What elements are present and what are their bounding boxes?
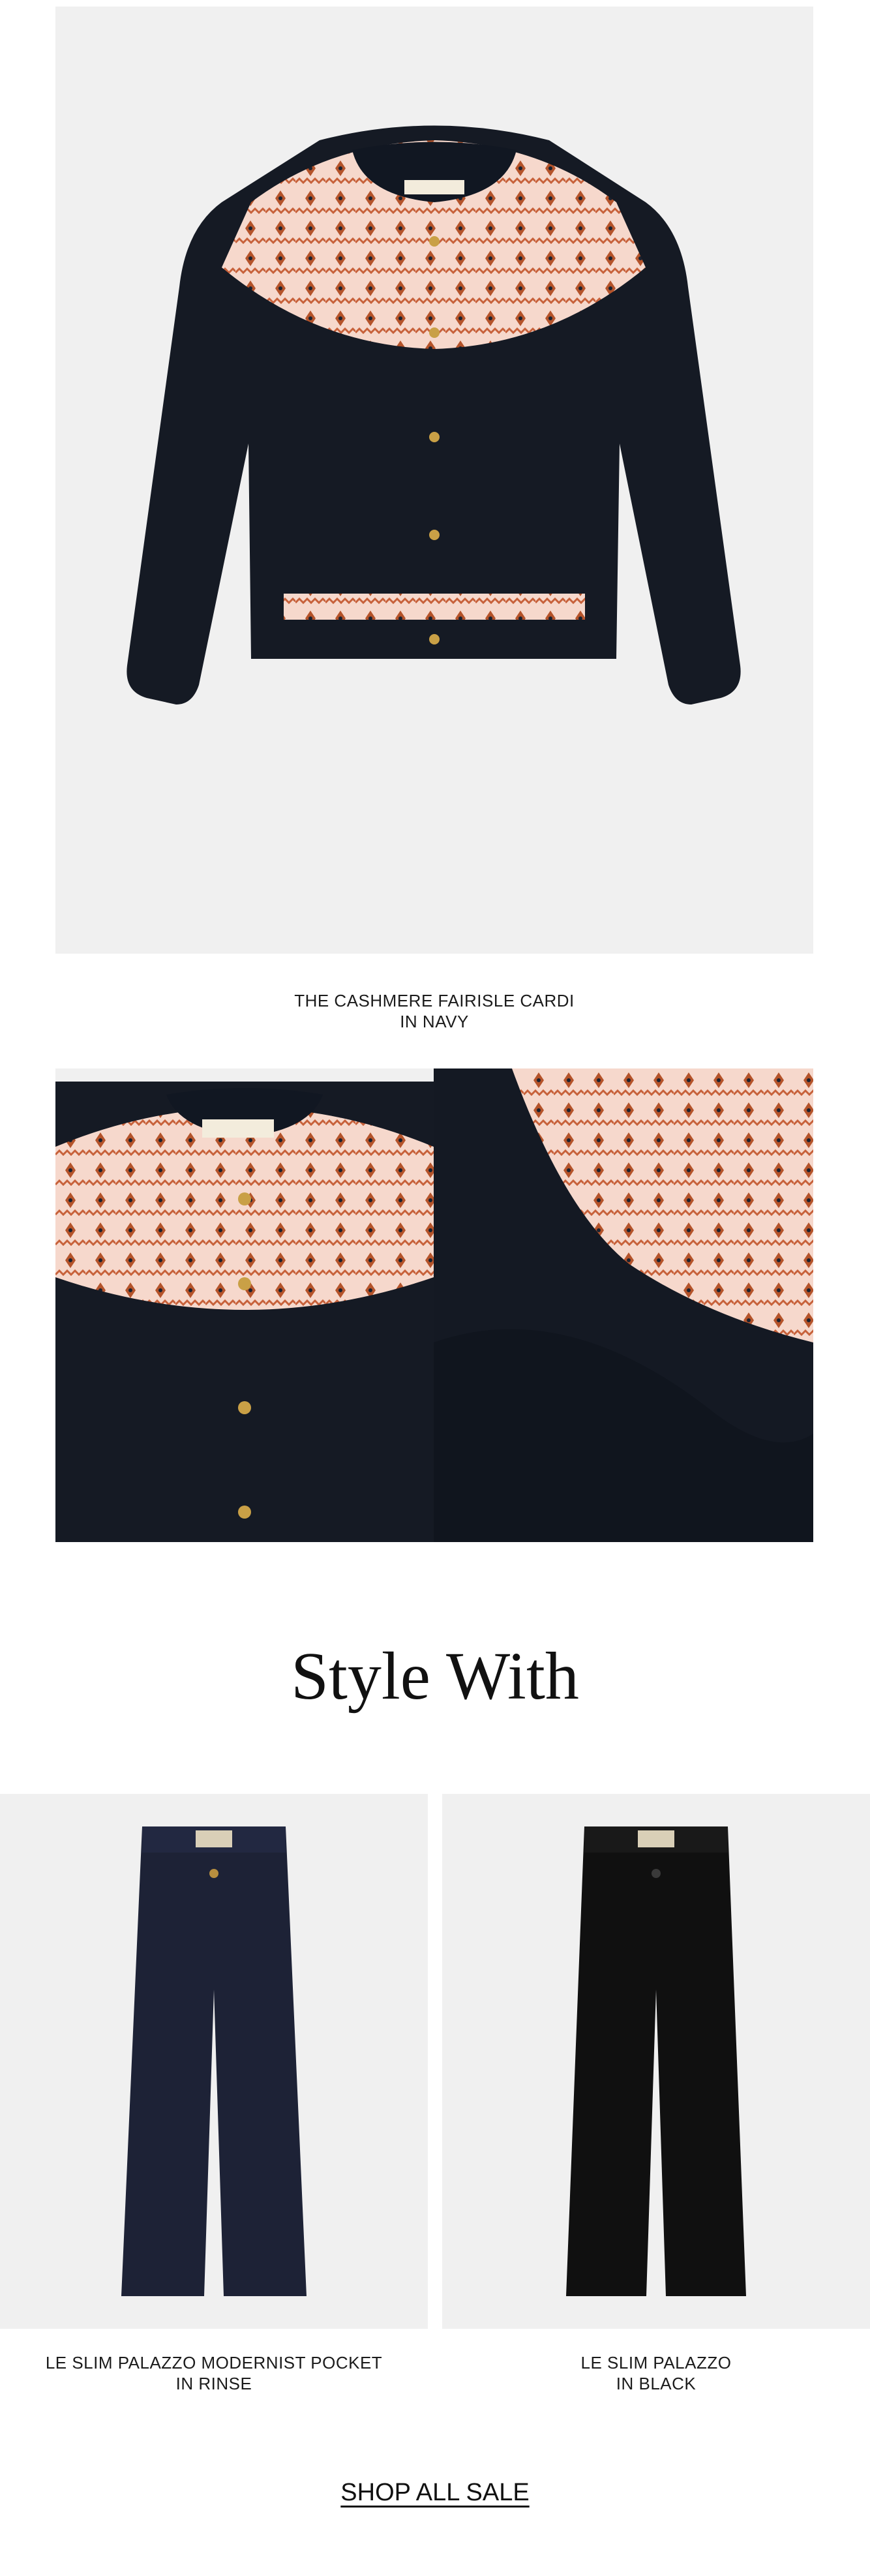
product-color-1: IN RINSE bbox=[175, 2374, 252, 2393]
style-with-image-2[interactable] bbox=[442, 1794, 870, 2329]
product-name-2: LE SLIM PALAZZO bbox=[580, 2353, 732, 2372]
hero-product-image[interactable] bbox=[55, 7, 813, 954]
hero-product-color: IN NAVY bbox=[400, 1012, 469, 1031]
jeans-black-illustration bbox=[566, 1826, 746, 2296]
style-with-caption-2[interactable]: LE SLIM PALAZZO IN BLACK bbox=[442, 2352, 870, 2394]
shop-all-sale-link[interactable]: SHOP ALL SALE bbox=[0, 2479, 870, 2507]
hero-caption[interactable]: THE CASHMERE FAIRISLE CARDI IN NAVY bbox=[55, 990, 813, 1032]
product-name-1: LE SLIM PALAZZO MODERNIST POCKET bbox=[45, 2353, 383, 2372]
section-title: Style With bbox=[291, 1639, 579, 1714]
style-with-caption-1[interactable]: LE SLIM PALAZZO MODERNIST POCKET IN RINS… bbox=[0, 2352, 428, 2394]
cardigan-illustration bbox=[127, 125, 741, 705]
product-color-2: IN BLACK bbox=[616, 2374, 697, 2393]
detail-closeup-image[interactable] bbox=[434, 1068, 813, 1542]
knit-closeup bbox=[434, 1068, 813, 1542]
hero-product-name: THE CASHMERE FAIRISLE CARDI bbox=[294, 991, 575, 1010]
cardigan-front-detail bbox=[55, 1082, 434, 1542]
detail-front-image[interactable] bbox=[55, 1068, 434, 1542]
jeans-rinse-illustration bbox=[121, 1826, 307, 2296]
style-with-image-1[interactable] bbox=[0, 1794, 428, 2329]
